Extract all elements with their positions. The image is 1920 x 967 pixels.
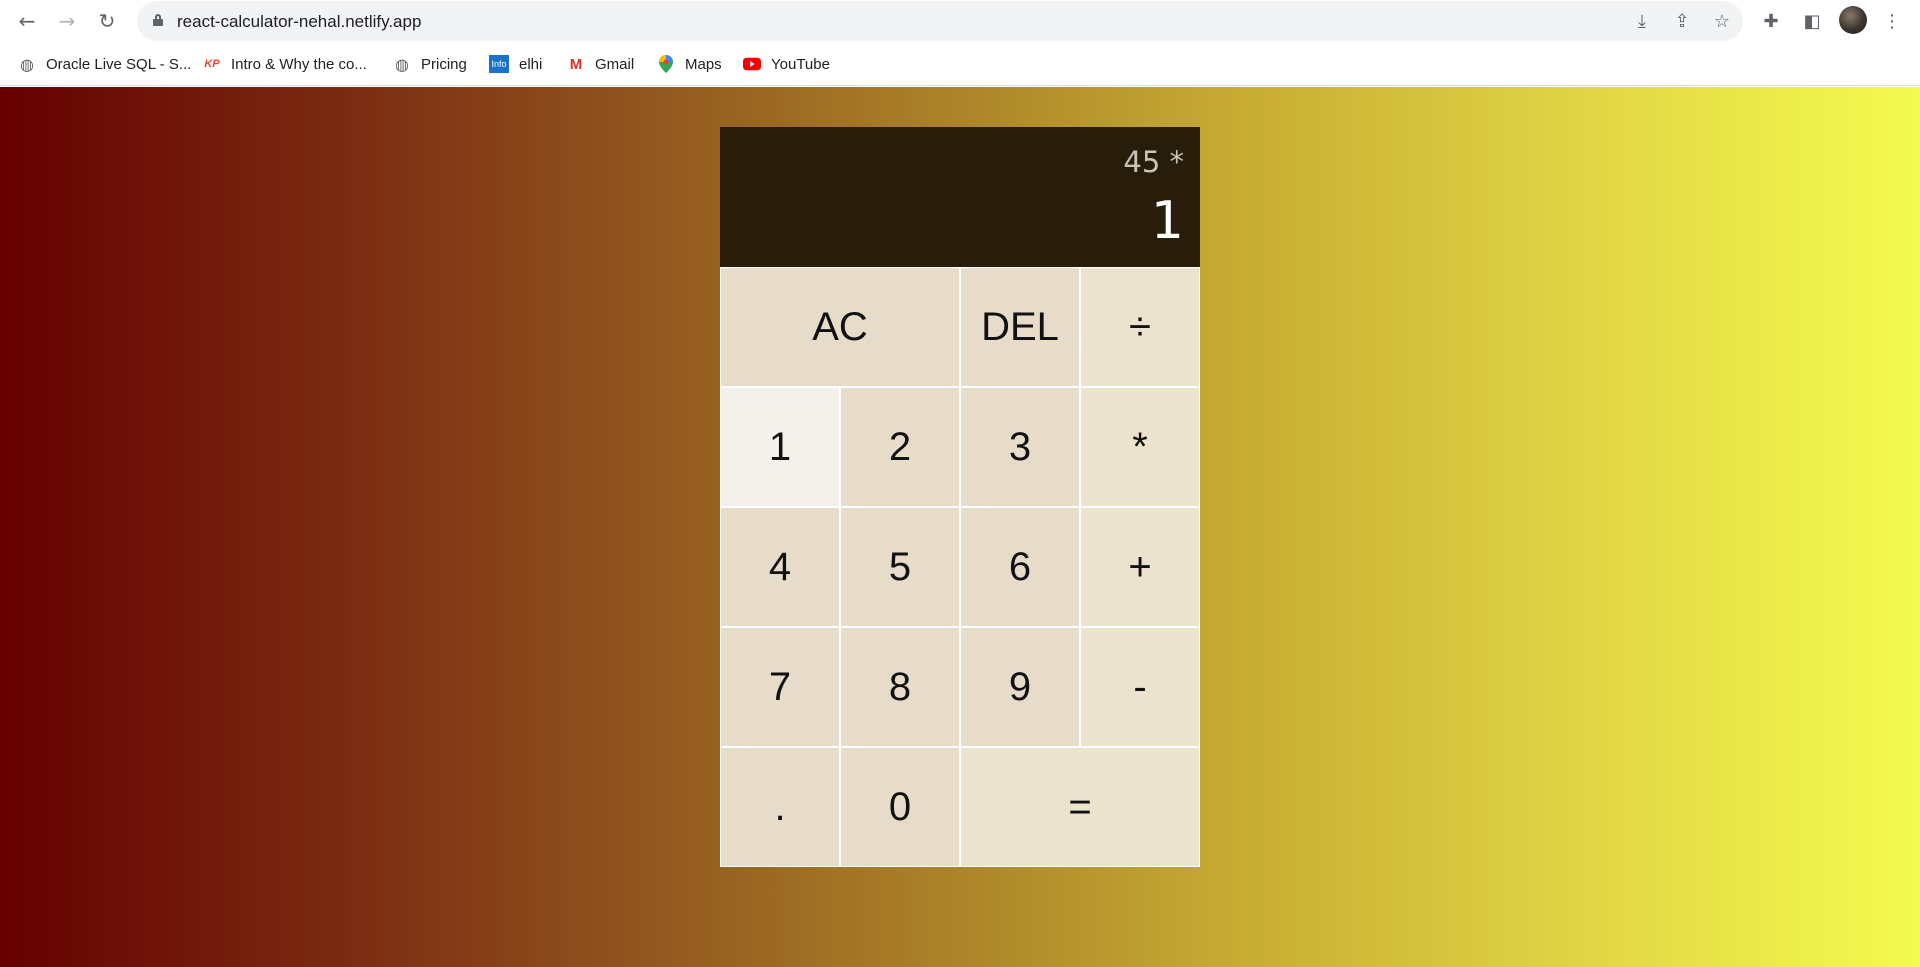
calculator-display: 45 * 1	[720, 127, 1200, 267]
bookmark-label: Oracle Live SQL - S...	[46, 55, 192, 73]
bookmark-label: Intro & Why the co...	[231, 55, 367, 73]
install-icon[interactable]: ⤓	[1630, 9, 1654, 33]
bookmark-pricing[interactable]: ◍ Pricing	[393, 53, 467, 75]
bookmark-gmail[interactable]: M Gmail	[567, 53, 634, 75]
youtube-icon	[743, 55, 761, 73]
digit-0-button[interactable]: 0	[840, 747, 960, 867]
digit-5-button[interactable]: 5	[840, 507, 960, 627]
reload-icon[interactable]: ↻	[93, 7, 121, 35]
digit-9-button[interactable]: 9	[960, 627, 1080, 747]
calculator: 45 * 1 AC DEL ÷ 1 2 3 * 4 5 6 + 7 8 9 - …	[720, 127, 1200, 867]
current-operand: 1	[1150, 191, 1184, 251]
minus-button[interactable]: -	[1080, 627, 1200, 747]
del-button[interactable]: DEL	[960, 267, 1080, 387]
bookmark-elhi[interactable]: Info elhi	[489, 53, 542, 75]
bookmark-label: elhi	[519, 55, 543, 73]
globe-icon: ◍	[395, 54, 409, 74]
arrow-left-icon[interactable]: ←	[13, 7, 41, 35]
bookmark-maps[interactable]: Maps	[657, 53, 722, 75]
plus-button[interactable]: +	[1080, 507, 1200, 627]
browser-toolbar: ← → ↻ react-calculator-nehal.netlify.app…	[0, 0, 1920, 42]
digit-3-button[interactable]: 3	[960, 387, 1080, 507]
decimal-button[interactable]: .	[720, 747, 840, 867]
star-icon[interactable]: ☆	[1710, 9, 1734, 33]
kebab-menu-icon[interactable]: ⋮	[1878, 7, 1906, 35]
page-background: 45 * 1 AC DEL ÷ 1 2 3 * 4 5 6 + 7 8 9 - …	[0, 87, 1920, 967]
bookmark-label: Gmail	[595, 55, 635, 73]
digit-8-button[interactable]: 8	[840, 627, 960, 747]
bookmark-oracle-live-sql[interactable]: ◍ Oracle Live SQL - S...	[18, 53, 191, 75]
arrow-right-icon[interactable]: →	[53, 7, 81, 35]
digit-2-button[interactable]: 2	[840, 387, 960, 507]
maps-icon	[657, 55, 675, 73]
globe-icon: ◍	[20, 54, 34, 74]
digit-7-button[interactable]: 7	[720, 627, 840, 747]
divide-button[interactable]: ÷	[1080, 267, 1200, 387]
bookmark-youtube[interactable]: YouTube	[743, 53, 830, 75]
puzzle-icon[interactable]: ✚	[1757, 7, 1785, 35]
address-bar[interactable]: react-calculator-nehal.netlify.app ⤓ ⇪ ☆	[137, 1, 1743, 41]
digit-4-button[interactable]: 4	[720, 507, 840, 627]
digit-6-button[interactable]: 6	[960, 507, 1080, 627]
equals-button[interactable]: =	[960, 747, 1200, 867]
avatar[interactable]	[1839, 6, 1867, 34]
bookmark-label: YouTube	[771, 55, 830, 73]
digit-1-button[interactable]: 1	[720, 387, 840, 507]
gmail-icon: M	[569, 55, 583, 73]
side-panel-icon[interactable]: ◧	[1798, 7, 1826, 35]
bookmarks-bar: ◍ Oracle Live SQL - S... KP Intro & Why …	[0, 42, 1920, 86]
multiply-button[interactable]: *	[1080, 387, 1200, 507]
previous-operand: 45 *	[1123, 145, 1184, 179]
kp-icon: KP	[204, 58, 220, 70]
bookmark-label: Pricing	[421, 55, 467, 73]
bookmark-label: Maps	[685, 55, 722, 73]
ac-button[interactable]: AC	[720, 267, 960, 387]
info-icon: Info	[489, 55, 509, 73]
lock-icon[interactable]	[153, 14, 163, 26]
url-text[interactable]: react-calculator-nehal.netlify.app	[177, 12, 421, 32]
share-icon[interactable]: ⇪	[1670, 9, 1694, 33]
bookmark-intro-why[interactable]: KP Intro & Why the co...	[203, 53, 367, 75]
